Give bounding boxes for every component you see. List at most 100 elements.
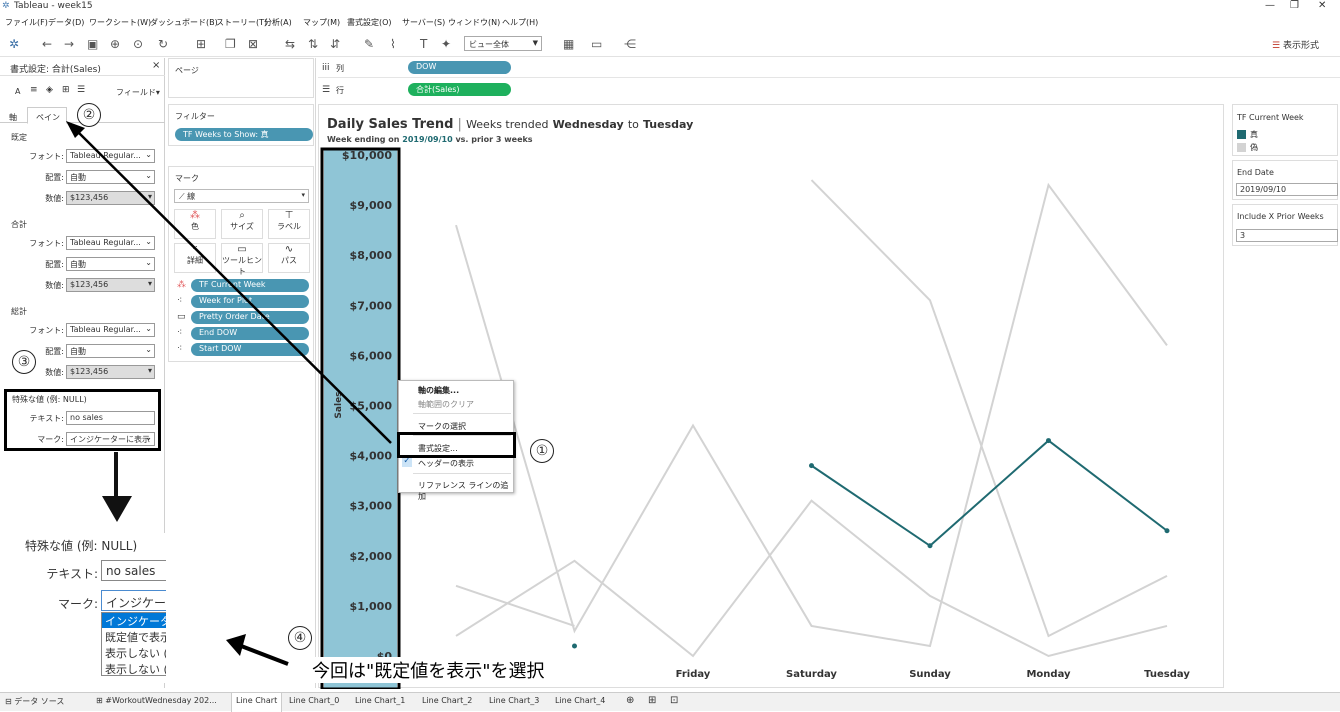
menu-data[interactable]: データ(D) bbox=[48, 17, 84, 28]
total-align-dropdown[interactable]: 自動 ⌄ bbox=[66, 257, 155, 271]
marks-pill[interactable]: Pretty Order Date bbox=[191, 311, 309, 324]
tableau-home-icon[interactable]: ✲ bbox=[9, 37, 19, 51]
tab-dashboard[interactable]: ⊞ #WorkoutWednesday 202... bbox=[96, 696, 217, 705]
menu-server[interactable]: サーバー(S) bbox=[402, 17, 445, 28]
prior-weeks-input[interactable]: 3 bbox=[1236, 229, 1338, 242]
field-button[interactable]: フィールド▾ bbox=[116, 87, 160, 98]
marks-pill[interactable]: End DOW bbox=[191, 327, 309, 340]
device-preview-icon[interactable]: ▭ bbox=[591, 37, 602, 51]
sort-desc-icon[interactable]: ⇵ bbox=[330, 37, 340, 51]
fit-dropdown[interactable]: ビュー全体 ▼ bbox=[464, 36, 542, 51]
menu-analysis[interactable]: 分析(A) bbox=[264, 17, 292, 28]
mark-type-dropdown[interactable]: ⟋ 線 ▾ bbox=[174, 189, 309, 203]
menu-map[interactable]: マップ(M) bbox=[303, 17, 340, 28]
close-button[interactable]: ✕ bbox=[1318, 0, 1326, 11]
restore-button[interactable]: ❐ bbox=[1290, 0, 1299, 11]
prior-week-line[interactable] bbox=[810, 179, 1168, 638]
prior-week-line[interactable] bbox=[455, 499, 1168, 658]
special-marks-dropdown[interactable]: インジケーターに表示 ⌄ bbox=[66, 432, 155, 446]
tab-line-chart-active[interactable]: Line Chart bbox=[231, 693, 283, 712]
clear-sheet-icon[interactable]: ⊠ bbox=[248, 37, 258, 51]
new-sheet-icon[interactable]: ⊞ bbox=[196, 37, 206, 51]
font-format-icon[interactable]: A bbox=[15, 87, 20, 96]
data-point[interactable] bbox=[1046, 438, 1051, 444]
tab-axis[interactable]: 軸 bbox=[9, 112, 17, 123]
current-week-line[interactable] bbox=[810, 439, 1168, 548]
prior-week-line[interactable] bbox=[455, 584, 575, 627]
undo-icon[interactable]: ← bbox=[42, 37, 52, 51]
menu-select-marks[interactable]: マークの選択 bbox=[418, 421, 466, 432]
path-button[interactable]: ∿ パス bbox=[268, 243, 310, 273]
menu-window[interactable]: ウィンドウ(N) bbox=[448, 17, 500, 28]
minimize-button[interactable]: — bbox=[1265, 0, 1275, 11]
new-dashboard-icon[interactable]: ⊞ bbox=[648, 695, 656, 706]
total-font-dropdown[interactable]: Tableau Regular... ⌄ bbox=[66, 236, 155, 250]
shading-icon[interactable]: ◈ bbox=[46, 85, 53, 95]
share-icon[interactable]: ⋲ bbox=[624, 37, 636, 51]
alignment-icon[interactable]: ≡ bbox=[30, 85, 38, 95]
menu-file[interactable]: ファイル(F) bbox=[5, 17, 48, 28]
menu-add-reference-line[interactable]: リファレンス ラインの追加 bbox=[418, 480, 513, 502]
marks-pill[interactable]: TF Current Week bbox=[191, 279, 309, 292]
pin-icon[interactable]: ✦ bbox=[441, 37, 451, 51]
highlight-icon[interactable]: ✎ bbox=[364, 37, 374, 51]
end-date-input[interactable]: 2019/09/10 bbox=[1236, 183, 1338, 196]
tab-line-chart-0[interactable]: Line Chart_0 bbox=[289, 696, 339, 705]
total-number-dropdown[interactable]: $123,456 ▾ bbox=[66, 278, 155, 292]
refresh-icon[interactable]: ↻ bbox=[158, 37, 168, 51]
new-story-icon[interactable]: ⊡ bbox=[670, 695, 678, 706]
close-icon[interactable]: × bbox=[152, 60, 160, 71]
marks-pill[interactable]: Week for Plot bbox=[191, 295, 309, 308]
menu-show-header[interactable]: ヘッダーの表示 bbox=[418, 458, 474, 469]
presentation-icon[interactable]: ▦ bbox=[563, 37, 574, 51]
show-me-button[interactable]: ☰ 表示形式 bbox=[1272, 38, 1319, 51]
color-button[interactable]: ⁂ 色 bbox=[174, 209, 216, 239]
menu-story[interactable]: ストーリー(T) bbox=[216, 17, 267, 28]
menu-edit-axis[interactable]: 軸の編集... bbox=[418, 385, 459, 396]
tab-data-source[interactable]: ⊟ データ ソース bbox=[5, 696, 64, 707]
label-button[interactable]: ⊤ ラベル bbox=[268, 209, 310, 239]
menu-dashboard[interactable]: ダッシュボード(B) bbox=[150, 17, 218, 28]
borders-icon[interactable]: ⊞ bbox=[62, 85, 70, 95]
default-align-dropdown[interactable]: 自動 ⌄ bbox=[66, 170, 155, 184]
legend-item-false[interactable]: 偽 bbox=[1250, 142, 1258, 153]
tab-line-chart-4[interactable]: Line Chart_4 bbox=[555, 696, 605, 705]
menu-help[interactable]: ヘルプ(H) bbox=[502, 17, 538, 28]
data-point[interactable] bbox=[809, 463, 814, 469]
duplicate-sheet-icon[interactable]: ❐ bbox=[225, 37, 236, 51]
new-datasource-icon[interactable]: ⊕ bbox=[110, 37, 120, 51]
prior-week-line[interactable] bbox=[455, 182, 1168, 648]
lines-icon[interactable]: ☰ bbox=[77, 85, 85, 95]
filter-pill[interactable]: TF Weeks to Show: 真 bbox=[175, 128, 313, 141]
data-point[interactable] bbox=[927, 543, 933, 549]
pause-update-icon[interactable]: ⊙ bbox=[133, 37, 143, 51]
swap-icon[interactable]: ⇆ bbox=[285, 37, 295, 51]
data-point[interactable] bbox=[1164, 528, 1170, 534]
tab-pane[interactable]: ペイン bbox=[27, 107, 67, 124]
grand-font-dropdown[interactable]: Tableau Regular... ⌄ bbox=[66, 323, 155, 337]
default-number-dropdown[interactable]: $123,456 ▾ bbox=[66, 191, 155, 205]
redo-icon[interactable]: → bbox=[64, 37, 74, 51]
default-font-dropdown[interactable]: Tableau Regular... ⌄ bbox=[66, 149, 155, 163]
group-icon[interactable]: ⌇ bbox=[390, 37, 396, 51]
grand-number-dropdown[interactable]: $123,456 ▾ bbox=[66, 365, 155, 379]
grand-align-dropdown[interactable]: 自動 ⌄ bbox=[66, 344, 155, 358]
menu-format[interactable]: 書式設定(O) bbox=[347, 17, 392, 28]
option-show-default[interactable]: 既定値で表示 bbox=[105, 629, 171, 645]
new-worksheet-icon[interactable]: ⊕ bbox=[626, 695, 634, 706]
rows-pill[interactable]: 合計(Sales) bbox=[408, 83, 511, 96]
tab-line-chart-3[interactable]: Line Chart_3 bbox=[489, 696, 539, 705]
tab-line-chart-2[interactable]: Line Chart_2 bbox=[422, 696, 472, 705]
save-icon[interactable]: ▣ bbox=[87, 37, 98, 51]
columns-shelf[interactable]: iii 列 DOW bbox=[318, 58, 1340, 78]
special-text-input[interactable]: no sales bbox=[66, 411, 155, 425]
sort-asc-icon[interactable]: ⇅ bbox=[308, 37, 318, 51]
detail-button[interactable]: ⁖ 詳細 bbox=[174, 243, 216, 273]
columns-pill[interactable]: DOW bbox=[408, 61, 511, 74]
marks-pill[interactable]: Start DOW bbox=[191, 343, 309, 356]
labels-icon[interactable]: T bbox=[420, 37, 427, 51]
tooltip-button[interactable]: ▭ ツールヒント bbox=[221, 243, 263, 276]
size-button[interactable]: ⌕ サイズ bbox=[221, 209, 263, 239]
rows-shelf[interactable]: ☰ 行 合計(Sales) bbox=[318, 80, 1340, 100]
legend-item-true[interactable]: 真 bbox=[1250, 129, 1258, 140]
